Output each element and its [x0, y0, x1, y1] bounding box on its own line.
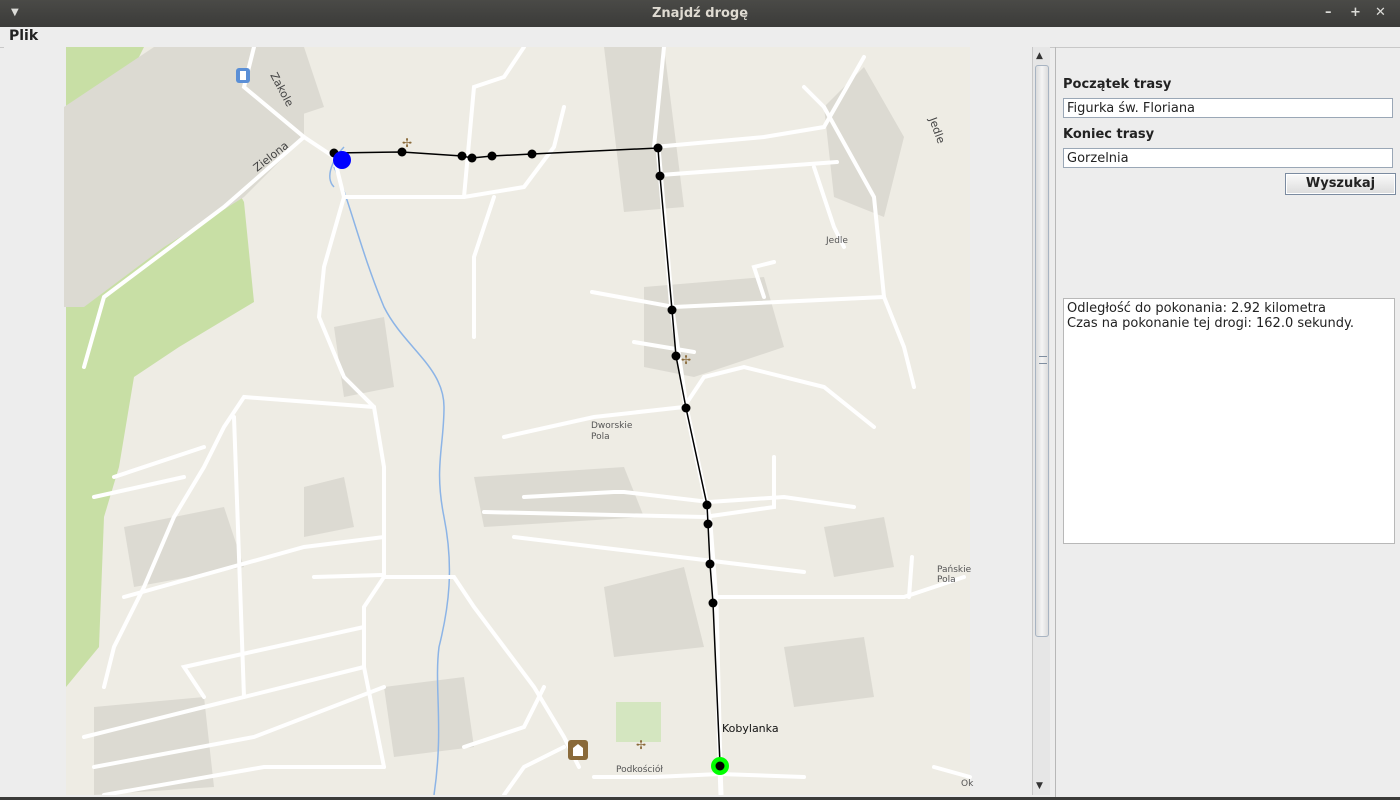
start-input[interactable]: Figurka św. Floriana: [1063, 98, 1393, 118]
title-bar: ▼ Znajdź drogę – + ✕: [0, 0, 1400, 27]
route-node: [527, 149, 537, 159]
map-viewport[interactable]: ✢ ✢ ✢ Zakole Zielona Jedle Jedle Dworski…: [4, 47, 1032, 795]
result-time: Czas na pokonanie tej drogi: 162.0 sekun…: [1067, 316, 1354, 331]
start-label: Początek trasy: [1063, 77, 1172, 92]
search-button[interactable]: Wyszukaj: [1285, 173, 1396, 195]
label-panskie-pola-1: Pańskie: [937, 565, 972, 575]
label-dworskie-pola-2: Pola: [591, 432, 610, 442]
church-icon: [568, 740, 588, 760]
result-distance: Odległość do pokonania: 2.92 kilometra: [1067, 301, 1326, 316]
fuel-station-icon: [236, 68, 250, 83]
route-node: [702, 500, 712, 510]
route-node: [655, 171, 665, 181]
scroll-down-arrow-icon[interactable]: ▼: [1036, 781, 1043, 791]
end-node: [715, 761, 725, 771]
shrine-icon: ✢: [402, 136, 412, 150]
window-title: Znajdź drogę: [651, 6, 749, 21]
route-node: [705, 559, 715, 569]
scroll-up-arrow-icon[interactable]: ▲: [1036, 51, 1043, 61]
scrollbar-thumb[interactable]: [1035, 65, 1049, 637]
label-kobylanka: Kobylanka: [722, 722, 779, 735]
route-node: [457, 151, 467, 161]
label-panskie-pola-2: Pola: [937, 575, 956, 585]
maximize-button[interactable]: +: [1350, 5, 1361, 20]
route-node: [681, 403, 691, 413]
map-canvas[interactable]: ✢ ✢ ✢ Zakole Zielona Jedle Jedle Dworski…: [4, 47, 1032, 795]
result-textarea[interactable]: Odległość do pokonania: 2.92 kilometra C…: [1063, 298, 1395, 544]
route-node: [653, 143, 663, 153]
shrine-icon: ✢: [681, 353, 691, 367]
map-vertical-scrollbar[interactable]: ▲ ▼: [1032, 47, 1050, 795]
label-ok: Ok: [961, 779, 974, 789]
label-podkosciol: Podkościół: [616, 764, 663, 775]
label-dworskie-pola-1: Dworskie: [591, 421, 633, 431]
search-panel: Początek trasy Figurka św. Floriana Koni…: [1056, 47, 1400, 800]
park-area: [616, 702, 661, 742]
route-node: [671, 351, 681, 361]
menu-bar: Plik: [0, 27, 1400, 48]
route-node: [487, 151, 497, 161]
shrine-icon: ✢: [636, 738, 646, 752]
scrollbar-grip: [1039, 356, 1047, 364]
menu-file[interactable]: Plik: [9, 28, 38, 44]
route-node: [708, 598, 718, 608]
route-node: [703, 519, 713, 529]
route-node: [667, 305, 677, 315]
route-node: [467, 153, 477, 163]
start-marker[interactable]: [333, 151, 351, 169]
end-input[interactable]: Gorzelnia: [1063, 148, 1393, 168]
end-label: Koniec trasy: [1063, 127, 1155, 142]
minimize-button[interactable]: –: [1325, 5, 1332, 20]
label-jedle: Jedle: [825, 236, 848, 246]
close-button[interactable]: ✕: [1375, 5, 1386, 20]
